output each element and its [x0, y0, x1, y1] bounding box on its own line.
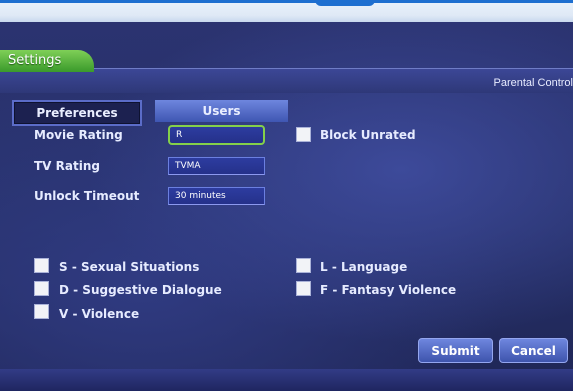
banner-logo-fragment	[315, 0, 375, 6]
block-unrated-checkbox[interactable]	[296, 127, 311, 142]
sexual-situations-checkbox[interactable]	[34, 258, 49, 273]
settings-section-tab[interactable]: Settings	[0, 50, 94, 72]
top-banner	[0, 0, 573, 22]
page-title: Parental Control	[493, 77, 573, 89]
suggestive-dialogue-checkbox[interactable]	[34, 281, 49, 296]
cancel-button[interactable]: Cancel	[499, 338, 568, 363]
language-label: L - Language	[320, 260, 408, 274]
block-unrated-label: Block Unrated	[320, 128, 416, 142]
settings-screen: Settings Parental Control Preferences Us…	[0, 22, 573, 391]
unlock-timeout-field[interactable]: 30 minutes	[168, 187, 265, 205]
fantasy-violence-label: F - Fantasy Violence	[320, 283, 457, 297]
movie-rating-label: Movie Rating	[34, 128, 123, 142]
violence-checkbox[interactable]	[34, 304, 49, 319]
settings-tab-label: Settings	[8, 53, 62, 68]
suggestive-dialogue-label: D - Suggestive Dialogue	[59, 283, 222, 297]
unlock-timeout-label: Unlock Timeout	[34, 189, 140, 203]
tab-users[interactable]: Users	[155, 100, 288, 122]
fantasy-violence-checkbox[interactable]	[296, 281, 311, 296]
violence-label: V - Violence	[59, 307, 140, 321]
tv-rating-field[interactable]: TVMA	[168, 157, 265, 175]
tv-rating-label: TV Rating	[34, 159, 100, 173]
movie-rating-field[interactable]: R	[168, 125, 265, 145]
bottom-bar	[0, 369, 573, 391]
tab-preferences[interactable]: Preferences	[12, 100, 142, 126]
submit-button[interactable]: Submit	[418, 338, 493, 363]
language-checkbox[interactable]	[296, 258, 311, 273]
sexual-situations-label: S - Sexual Situations	[59, 260, 200, 274]
banner-accent-line	[0, 0, 573, 3]
